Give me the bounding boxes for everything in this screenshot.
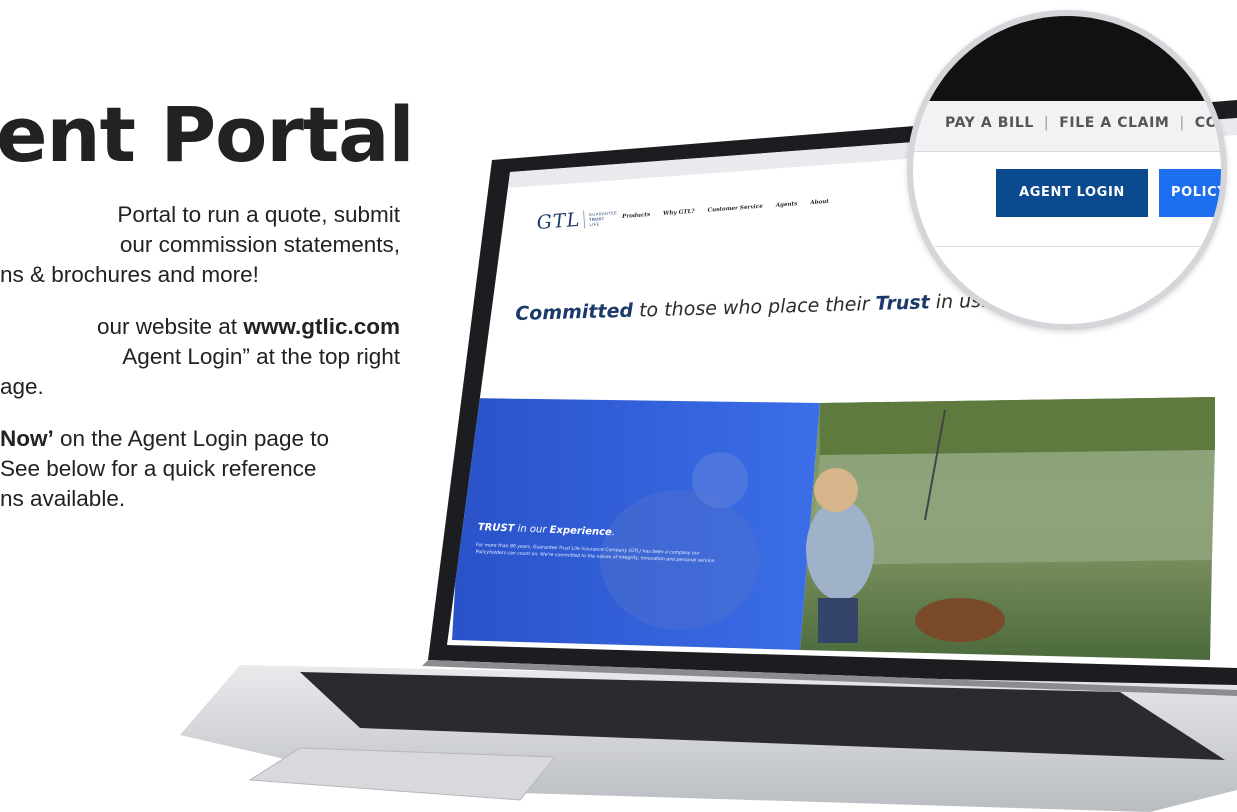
magnifier-header-black (913, 16, 1221, 101)
utility-bar: PAY A BILL | FILE A CLAIM | CON (913, 101, 1221, 152)
utility-links: PAY A BILL | FILE A CLAIM | CON (945, 115, 1221, 131)
agent-login-button[interactable]: AGENT LOGIN (996, 169, 1148, 217)
utility-separator: | (1179, 115, 1185, 131)
utility-separator: | (1043, 115, 1050, 131)
policyholder-button[interactable]: POLICY (1159, 169, 1221, 217)
zoom-magnifier: PAY A BILL | FILE A CLAIM | CON AGENT LOGIN … (907, 10, 1227, 330)
utility-file-a-claim[interactable]: FILE A CLAIM (1059, 115, 1169, 131)
utility-pay-a-bill[interactable]: PAY A BILL (945, 115, 1034, 131)
laptop-trackpad (248, 747, 557, 801)
magnifier-divider (913, 246, 1221, 247)
